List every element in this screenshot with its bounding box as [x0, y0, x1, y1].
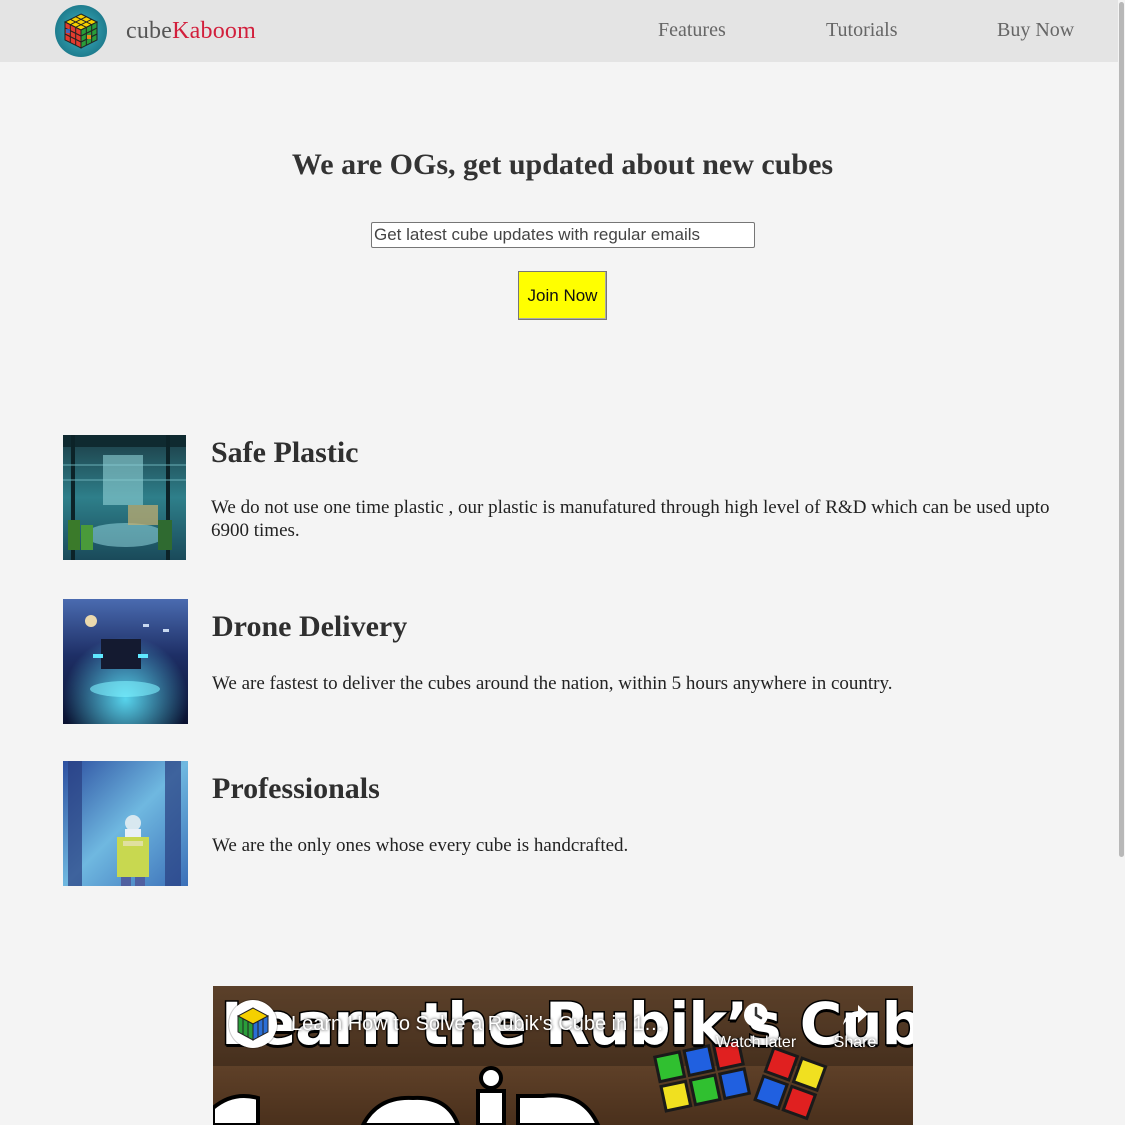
feature-title: Safe Plastic	[211, 436, 359, 469]
youtube-video-embed[interactable]: Learn the Rubik’s Cube Learn How to Solv…	[213, 986, 913, 1125]
factory-image	[63, 435, 186, 560]
share-arrow-icon	[843, 1005, 868, 1025]
channel-avatar-icon[interactable]	[229, 1000, 277, 1048]
brand-name-accent: Kaboom	[172, 17, 256, 44]
feature-description: We are fastest to deliver the cubes arou…	[212, 673, 893, 694]
feature-description: We are the only ones whose every cube is…	[212, 835, 629, 856]
rubiks-cube-logo-icon	[55, 5, 107, 57]
brand-home-link[interactable]: cubeKaboom	[55, 5, 256, 57]
nav-tutorials-link[interactable]: Tutorials	[826, 19, 898, 42]
feature-description: We do not use one time plastic , our pla…	[211, 497, 1050, 541]
email-field[interactable]	[371, 222, 755, 248]
nav-features-link[interactable]: Features	[658, 19, 726, 42]
share-button[interactable]: Share	[810, 1000, 900, 1052]
brand-name: cubeKaboom	[126, 18, 256, 45]
worker-image	[63, 761, 188, 886]
drone-image	[63, 599, 188, 724]
share-label: Share	[833, 1034, 877, 1051]
join-now-button[interactable]: Join Now	[518, 271, 607, 320]
signup-heading: We are OGs, get updated about new cubes	[291, 148, 834, 181]
watch-later-button[interactable]: Watch later	[711, 1000, 801, 1052]
scrollbar-thumb[interactable]	[1119, 2, 1124, 857]
watch-later-label: Watch later	[715, 1034, 797, 1051]
feature-title: Drone Delivery	[212, 610, 408, 643]
clock-icon	[744, 1003, 768, 1027]
video-title[interactable]: Learn How to Solve a Rubik's Cube in 1…	[291, 1013, 701, 1036]
navbar: cubeKaboom Features Tutorials Buy Now	[0, 0, 1118, 62]
feature-title: Professionals	[212, 772, 380, 805]
brand-name-prefix: cube	[126, 17, 173, 44]
nav-buy-now-link[interactable]: Buy Now	[997, 19, 1074, 42]
